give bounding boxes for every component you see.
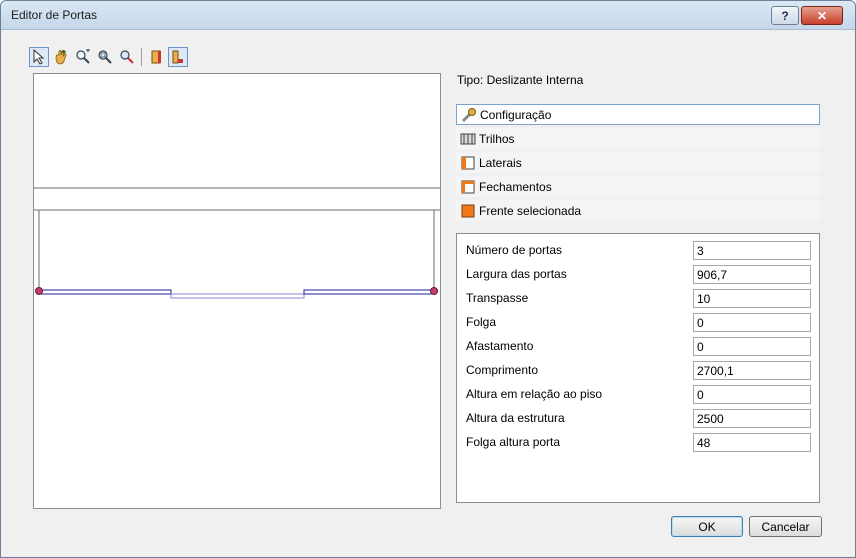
prop-row-numero-portas: Número de portas <box>457 240 819 264</box>
section-laterais[interactable]: Laterais <box>456 152 820 173</box>
front-icon <box>461 204 475 217</box>
section-configuracao[interactable]: Configuração <box>456 104 820 125</box>
section-label: Configuração <box>480 107 552 122</box>
door-side-icon <box>172 50 183 64</box>
prop-row-transpasse: Transpasse <box>457 288 819 312</box>
door-editor-window: Editor de Portas ? ✕ Tipo: Deslizante In… <box>0 0 856 558</box>
prop-label: Número de portas <box>466 243 563 257</box>
help-button[interactable]: ? <box>771 6 799 25</box>
door-panel-right <box>303 289 435 295</box>
select-icon <box>33 49 45 65</box>
door-front-tool-button[interactable] <box>146 47 166 67</box>
prop-label: Altura da estrutura <box>466 411 565 425</box>
zoom-window-tool-button[interactable] <box>95 47 115 67</box>
left-hinge-marker <box>35 287 43 295</box>
title-bar: Editor de Portas ? ✕ <box>1 1 855 30</box>
prop-row-altura-piso: Altura em relação ao piso <box>457 384 819 408</box>
section-trilhos[interactable]: Trilhos <box>456 128 820 149</box>
folga-field[interactable] <box>693 313 811 332</box>
section-label: Frente selecionada <box>479 203 582 218</box>
prop-label: Afastamento <box>466 339 534 353</box>
rails-icon <box>460 133 476 144</box>
prop-row-comprimento: Comprimento <box>457 360 819 384</box>
altura-piso-field[interactable] <box>693 385 811 404</box>
laterals-icon <box>461 156 475 169</box>
cancel-button[interactable]: Cancelar <box>749 516 822 537</box>
closings-icon <box>461 180 475 193</box>
largura-portas-field[interactable] <box>693 265 811 284</box>
toolbar-separator <box>141 48 142 66</box>
zoom-window-icon <box>98 50 112 64</box>
toolbar <box>29 45 190 69</box>
prop-label: Altura em relação ao piso <box>466 387 603 401</box>
door-drawing-canvas[interactable] <box>33 73 441 509</box>
properties-panel: Número de portas Largura das portas Tran… <box>456 233 820 503</box>
close-icon: ✕ <box>816 8 828 23</box>
prop-row-afastamento: Afastamento <box>457 336 819 360</box>
door-front-icon <box>151 50 161 64</box>
section-label: Fechamentos <box>479 179 552 194</box>
select-tool-button[interactable] <box>29 47 49 67</box>
afastamento-field[interactable] <box>693 337 811 356</box>
zoom-extents-icon <box>76 49 90 64</box>
door-panel-left <box>38 289 172 295</box>
pan-tool-button[interactable] <box>51 47 71 67</box>
prop-label: Largura das portas <box>466 267 567 281</box>
section-label: Trilhos <box>479 131 515 146</box>
prop-label: Comprimento <box>466 363 539 377</box>
ok-button[interactable]: OK <box>671 516 743 537</box>
wrench-icon <box>461 107 476 122</box>
door-drawing <box>34 187 440 299</box>
prop-row-largura-portas: Largura das portas <box>457 264 819 288</box>
prop-row-folga-altura-porta: Folga altura porta <box>457 432 819 456</box>
section-label: Laterais <box>479 155 522 170</box>
folga-altura-porta-field[interactable] <box>693 433 811 452</box>
door-panel-middle <box>170 293 305 299</box>
door-type-label: Tipo: Deslizante Interna <box>457 73 584 87</box>
zoom-icon <box>120 50 134 64</box>
prop-label: Transpasse <box>466 291 529 305</box>
zoom-tool-button[interactable] <box>117 47 137 67</box>
close-button[interactable]: ✕ <box>801 6 843 25</box>
help-icon: ? <box>781 8 789 23</box>
pan-icon <box>55 50 67 65</box>
altura-estrutura-field[interactable] <box>693 409 811 428</box>
right-hinge-marker <box>430 287 438 295</box>
prop-label: Folga altura porta <box>466 435 561 449</box>
door-side-tool-button[interactable] <box>168 47 188 67</box>
prop-label: Folga <box>466 315 497 329</box>
section-fechamentos[interactable]: Fechamentos <box>456 176 820 197</box>
zoom-extents-tool-button[interactable] <box>73 47 93 67</box>
numero-portas-field[interactable] <box>693 241 811 260</box>
prop-row-folga: Folga <box>457 312 819 336</box>
transpasse-field[interactable] <box>693 289 811 308</box>
prop-row-altura-estrutura: Altura da estrutura <box>457 408 819 432</box>
section-frente-selecionada[interactable]: Frente selecionada <box>456 200 820 221</box>
comprimento-field[interactable] <box>693 361 811 380</box>
window-title: Editor de Portas <box>11 8 98 22</box>
